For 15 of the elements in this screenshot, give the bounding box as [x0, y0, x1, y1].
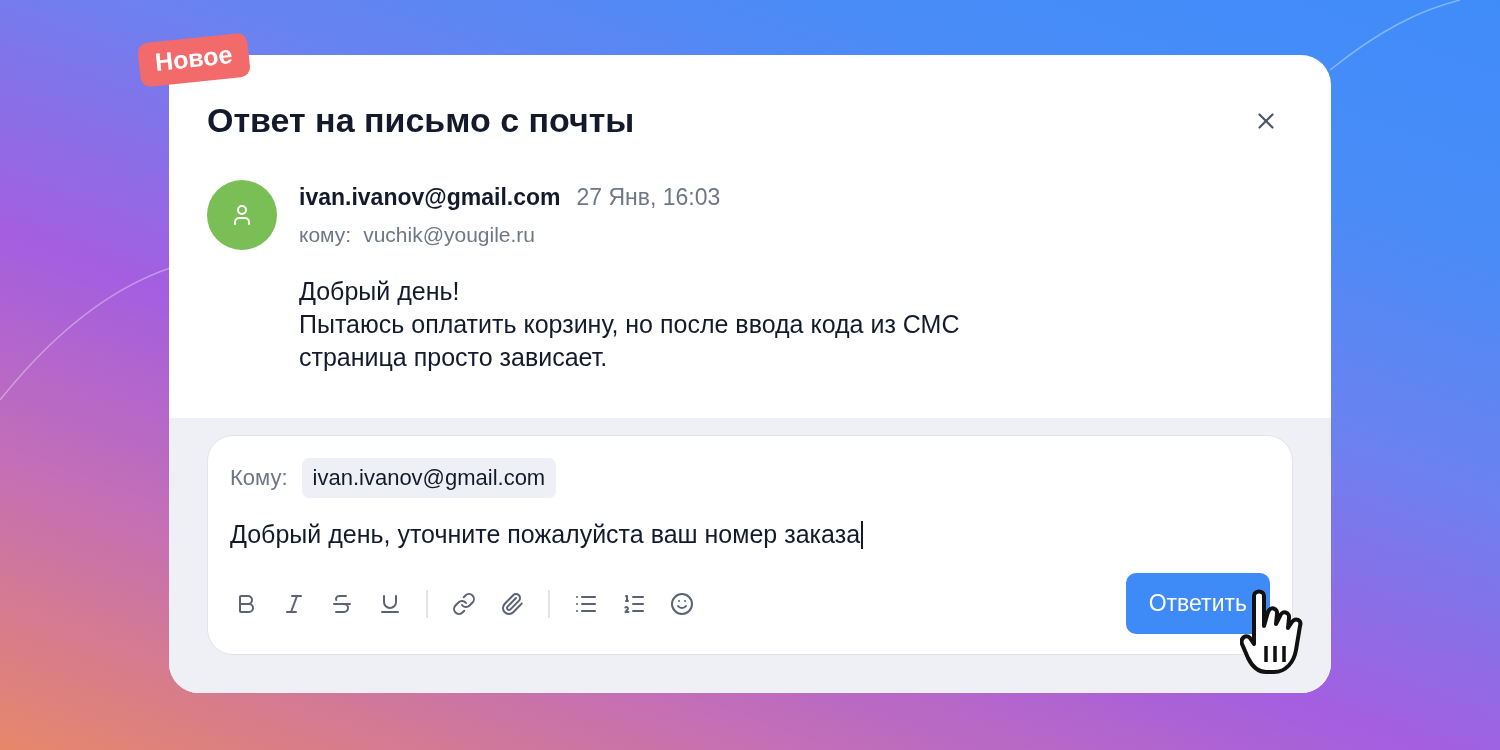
dialog-title: Ответ на письмо с почты — [207, 101, 635, 140]
smiley-icon[interactable] — [670, 591, 694, 616]
message-line: Пытаюсь оплатить корзину, но после ввода кода из СМС — [299, 309, 960, 340]
to-label: Кому: — [230, 465, 288, 491]
message-line: Добрый день! — [299, 276, 461, 307]
message-date: 27 Янв, 16:03 — [576, 184, 721, 211]
recipient-label: кому: — [299, 223, 352, 247]
link-icon[interactable] — [452, 591, 476, 616]
recipient-email: vuchik@yougile.ru — [363, 223, 536, 247]
reply-input-field[interactable]: Добрый день, уточните пожалуйста ваш номер заказа — [230, 520, 1270, 549]
paperclip-icon[interactable] — [500, 591, 524, 616]
new-badge: Новое — [137, 32, 251, 88]
recipient-chip[interactable]: ivan.ivanov@gmail.com — [301, 458, 557, 498]
message-line: страница просто зависает. — [299, 342, 609, 373]
sender-email: ivan.ivanov@gmail.com — [299, 184, 561, 211]
